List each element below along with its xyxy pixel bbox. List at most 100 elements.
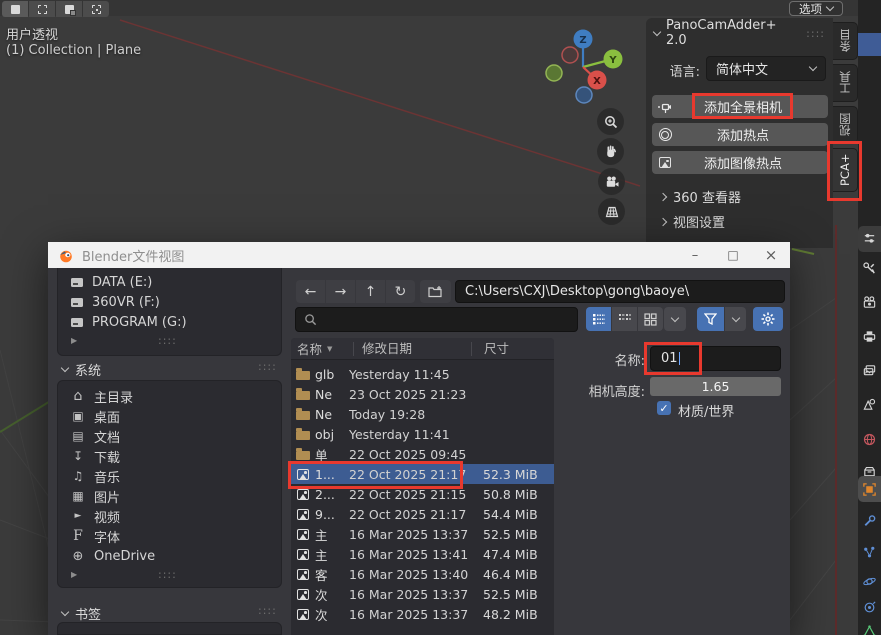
maximize-button[interactable]: □ xyxy=(714,242,752,268)
world-tab-icon[interactable] xyxy=(860,430,879,449)
file-row-folder[interactable]: glbYesterday 11:45 xyxy=(291,364,554,384)
display-settings-dropdown[interactable] xyxy=(664,307,686,331)
tool-tab-icon[interactable] xyxy=(860,259,879,278)
horizontal-list-view-button[interactable] xyxy=(612,307,637,331)
chevron-right-icon xyxy=(659,217,667,225)
file-row-image[interactable]: 主16 Mar 2025 13:3752.5 MiB xyxy=(291,524,554,544)
render-tab-icon[interactable] xyxy=(860,293,879,312)
sidebar-item-label: 音乐 xyxy=(94,467,120,486)
sidebar-item-music[interactable]: ♫ 音乐 xyxy=(58,466,281,486)
check-icon: ✓ xyxy=(659,402,668,415)
section-360-viewer[interactable]: 360 查看器 xyxy=(660,187,741,206)
sidebar-item-downloads[interactable]: ↧ 下载 xyxy=(58,446,281,466)
select-tweak-button[interactable] xyxy=(2,1,28,17)
physics-tab-icon[interactable] xyxy=(860,572,879,591)
scene-tab-icon[interactable] xyxy=(860,395,879,414)
camera-view-button[interactable] xyxy=(598,168,625,195)
camera-height-slider[interactable]: 1.65 xyxy=(650,377,781,396)
tab-view[interactable]: 视图 xyxy=(833,106,858,144)
drag-handle[interactable]: :::: xyxy=(158,334,177,347)
up-button[interactable]: ↑ xyxy=(356,280,385,303)
sidebar-item-fonts[interactable]: F 字体 xyxy=(58,526,281,546)
file-row-folder[interactable]: Ne23 Oct 2025 21:23 xyxy=(291,384,554,404)
column-date[interactable]: 修改日期 xyxy=(353,342,471,356)
filter-options-dropdown[interactable] xyxy=(725,307,746,331)
file-row-image[interactable]: 次16 Mar 2025 13:3752.5 MiB xyxy=(291,584,554,604)
volumes-footer[interactable]: ▶ :::: xyxy=(58,332,281,348)
system-footer[interactable]: ▶ :::: xyxy=(58,566,281,582)
sidebar-item-videos[interactable]: ► 视频 xyxy=(58,506,281,526)
sidebar-item-pictures[interactable]: ▦ 图片 xyxy=(58,486,281,506)
constraints-tab-icon[interactable] xyxy=(860,598,879,617)
dialog-titlebar[interactable]: Blender文件视图 – □ × xyxy=(48,242,790,268)
close-button[interactable]: × xyxy=(752,242,790,268)
pan-tool-button[interactable] xyxy=(597,138,624,165)
view-layer-tab-icon[interactable] xyxy=(860,361,879,380)
perspective-toggle-button[interactable] xyxy=(598,198,625,225)
sidebar-item-onedrive[interactable]: ⊕ OneDrive xyxy=(58,546,281,566)
file-row-image[interactable]: 9...22 Oct 2025 21:1754.4 MiB xyxy=(291,504,554,524)
drag-handle[interactable]: :::: xyxy=(806,27,825,40)
bookmarks-section-header[interactable]: 书签 xyxy=(62,604,101,623)
add-image-hotspot-button[interactable]: 添加图像热点 xyxy=(652,151,828,174)
settings-button[interactable] xyxy=(753,307,783,331)
expand-arrow-icon[interactable]: ▶ xyxy=(71,570,77,579)
file-row-folder[interactable]: NeToday 19:28 xyxy=(291,404,554,424)
column-size[interactable]: 尺寸 xyxy=(471,342,554,356)
column-name[interactable]: 名称 ▼ xyxy=(291,339,353,358)
options-button[interactable]: 选项 xyxy=(789,1,843,16)
properties-tab-column xyxy=(858,0,881,635)
image-file-icon xyxy=(297,609,309,620)
select-circle-button[interactable] xyxy=(56,1,82,17)
material-world-checkbox[interactable]: ✓ xyxy=(657,401,671,415)
path-field[interactable]: C:\Users\CXJ\Desktop\gong\baoye\ xyxy=(455,280,785,303)
chevron-down-icon xyxy=(671,313,679,321)
language-dropdown[interactable]: 简体中文 xyxy=(706,56,826,81)
add-image-hotspot-label: 添加图像热点 xyxy=(678,153,808,172)
select-mode-toolbar xyxy=(2,1,109,17)
sidebar-item-home[interactable]: ⌂ 主目录 xyxy=(58,386,281,406)
minimize-button[interactable]: – xyxy=(676,242,714,268)
vertical-list-view-button[interactable] xyxy=(586,307,611,331)
drag-handle[interactable]: :::: xyxy=(258,360,277,373)
section-360-label: 360 查看器 xyxy=(673,187,741,206)
select-box-button[interactable] xyxy=(29,1,55,17)
filter-toggle-button[interactable] xyxy=(697,307,724,331)
volume-item[interactable]: PROGRAM (G:) xyxy=(58,312,281,332)
sidebar-item-documents[interactable]: ▤ 文档 xyxy=(58,426,281,446)
drag-handle[interactable]: :::: xyxy=(158,568,177,581)
new-folder-button[interactable] xyxy=(420,280,451,303)
editor-type-icon[interactable] xyxy=(860,229,879,248)
object-data-tab-icon[interactable] xyxy=(860,622,879,635)
system-section-header[interactable]: 系统 xyxy=(62,360,101,379)
output-tab-icon[interactable] xyxy=(860,327,879,346)
modifiers-tab-icon[interactable] xyxy=(860,512,879,531)
volume-item[interactable]: DATA (E:) xyxy=(58,272,281,292)
add-hotspot-button[interactable]: 添加热点 xyxy=(652,123,828,146)
navigation-gizmo[interactable]: Z Y X xyxy=(535,20,635,110)
object-tab-icon[interactable] xyxy=(860,480,879,499)
section-view-settings[interactable]: 视图设置 xyxy=(660,212,725,231)
file-row-folder[interactable]: objYesterday 11:41 xyxy=(291,424,554,444)
tab-tool[interactable]: 工具 xyxy=(833,64,858,102)
file-row-image[interactable]: 客16 Mar 2025 13:4046.4 MiB xyxy=(291,564,554,584)
select-lasso-button[interactable] xyxy=(83,1,109,17)
zoom-tool-button[interactable] xyxy=(597,108,624,135)
panel-header[interactable]: PanoCamAdder+ 2.0 :::: xyxy=(654,24,825,42)
sidebar-item-label: 图片 xyxy=(94,487,120,506)
sidebar-item-desktop[interactable]: ▣ 桌面 xyxy=(58,406,281,426)
search-input[interactable] xyxy=(295,307,578,332)
file-row-image[interactable]: 次16 Mar 2025 13:3748.2 MiB xyxy=(291,604,554,624)
file-row-image[interactable]: 主16 Mar 2025 13:4147.4 MiB xyxy=(291,544,554,564)
particles-tab-icon[interactable] xyxy=(860,543,879,562)
forward-button[interactable]: → xyxy=(326,280,355,303)
chevron-right-icon xyxy=(659,192,667,200)
thumbnail-view-button[interactable] xyxy=(638,307,663,331)
volume-item[interactable]: 360VR (F:) xyxy=(58,292,281,312)
back-button[interactable]: ← xyxy=(296,280,325,303)
tab-item[interactable]: 条目 xyxy=(833,22,858,60)
refresh-button[interactable]: ↻ xyxy=(386,280,415,303)
expand-arrow-icon[interactable]: ▶ xyxy=(71,336,77,345)
drag-handle[interactable]: :::: xyxy=(258,604,277,617)
chevron-down-icon xyxy=(61,608,69,616)
